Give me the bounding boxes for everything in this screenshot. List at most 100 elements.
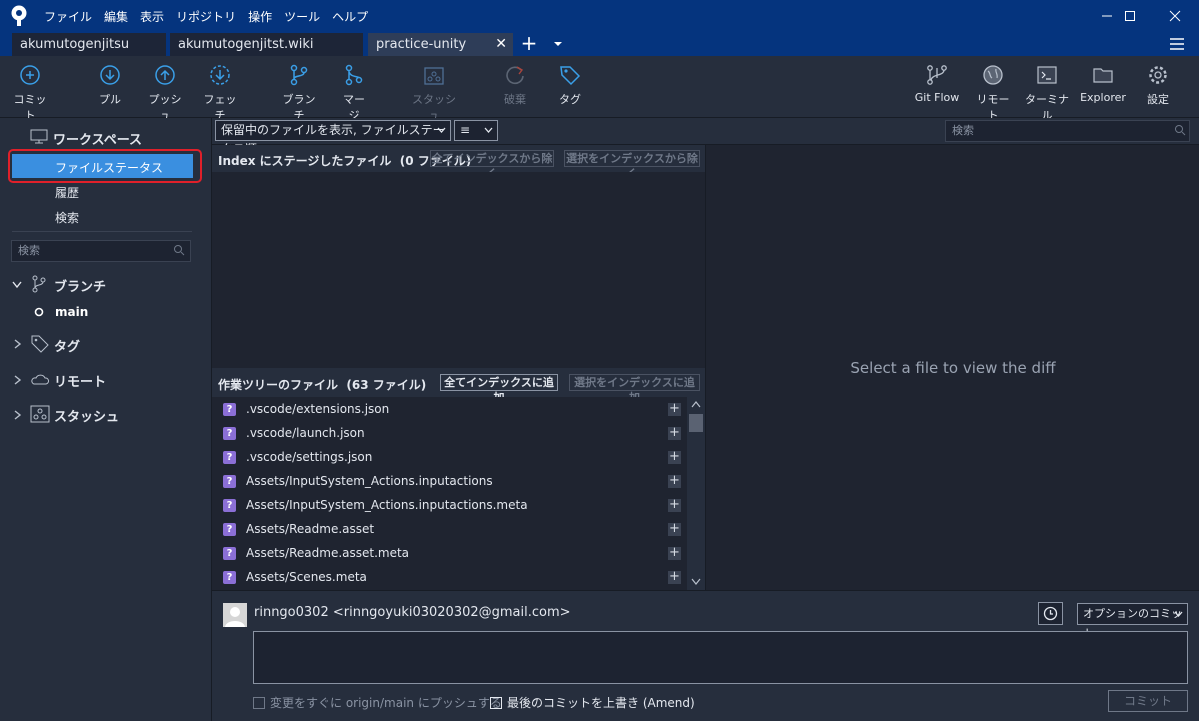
chevron-down-icon[interactable] xyxy=(12,281,22,289)
chevron-right-icon[interactable] xyxy=(14,375,22,385)
explorer-button[interactable]: Explorer xyxy=(1080,64,1126,104)
chevron-right-icon[interactable] xyxy=(14,339,22,349)
list-item[interactable]: ? .vscode/settings.json + xyxy=(212,445,687,469)
list-item[interactable]: ? .vscode/launch.json + xyxy=(212,421,687,445)
branches-header[interactable]: ブランチ xyxy=(54,276,106,295)
hamburger-menu-icon[interactable] xyxy=(1168,36,1186,52)
list-item[interactable]: ? .vscode/extensions.json + xyxy=(212,397,687,421)
stashes-header[interactable]: スタッシュ xyxy=(54,406,119,425)
pull-button[interactable]: プル xyxy=(98,64,122,107)
chevron-down-icon[interactable] xyxy=(691,578,701,585)
stage-file-button[interactable]: + xyxy=(668,546,681,560)
remove-selected-button[interactable]: 選択をインデックスから除く xyxy=(564,150,700,180)
tab-akumutogenjitsu[interactable]: akumutogenjitsu xyxy=(12,33,166,56)
commit-area: rinngo0302 <rinngoyuki03020302@gmail.com… xyxy=(212,590,1199,721)
tab-label: akumutogenjitst.wiki xyxy=(178,37,314,52)
remove-all-button[interactable]: 全てインデックスから除く xyxy=(430,150,554,180)
commit-message-input[interactable] xyxy=(253,631,1188,684)
untracked-icon: ? xyxy=(223,403,236,416)
stage-file-button[interactable]: + xyxy=(668,402,681,416)
menu-edit[interactable]: 編集 xyxy=(104,8,128,25)
stage-file-button[interactable]: + xyxy=(668,474,681,488)
file-search-placeholder: 検索 xyxy=(952,124,974,137)
chevron-down-icon[interactable] xyxy=(550,32,566,56)
sidebar-item-file-status-label[interactable]: ファイルステータス xyxy=(55,159,163,176)
stash-button[interactable]: スタッシュ xyxy=(411,64,457,123)
diff-pane: Select a file to view the diff xyxy=(705,145,1199,590)
file-name: .vscode/extensions.json xyxy=(246,402,390,416)
stash-icon xyxy=(30,405,50,423)
search-icon xyxy=(174,245,185,256)
tags-header[interactable]: タグ xyxy=(54,336,80,355)
globe-icon xyxy=(983,65,1003,85)
stage-file-button[interactable]: + xyxy=(668,570,681,584)
close-window-button[interactable] xyxy=(1152,0,1198,32)
fetch-button[interactable]: フェッチ xyxy=(202,64,238,123)
untracked-icon: ? xyxy=(223,571,236,584)
menu-tools[interactable]: ツール xyxy=(284,8,320,25)
add-selected-button[interactable]: 選択をインデックスに追加 xyxy=(569,374,700,404)
list-item[interactable]: ? Assets/Readme.asset + xyxy=(212,517,687,541)
commit-button[interactable]: コミット xyxy=(13,64,47,123)
file-list-scrollbar[interactable] xyxy=(687,397,705,590)
title-bar: ファイル 編集 表示 リポジトリ 操作 ツール ヘルプ xyxy=(0,0,1199,32)
list-mode-select[interactable]: ≡ xyxy=(454,120,498,141)
list-item[interactable]: ? Assets/Scenes.meta + xyxy=(212,565,687,589)
add-all-button[interactable]: 全てインデックスに追加 xyxy=(440,374,558,404)
checkbox[interactable] xyxy=(253,697,265,709)
commit-icon xyxy=(20,65,40,85)
tab-practice-unity[interactable]: practice-unity ✕ xyxy=(368,33,513,56)
stage-file-button[interactable]: + xyxy=(668,522,681,536)
merge-button[interactable]: マージ xyxy=(340,64,368,123)
view-mode-select[interactable]: 保留中のファイルを表示, ファイルステータス順 xyxy=(215,120,451,156)
push-icon xyxy=(155,65,175,85)
sidebar: ワークスペース ファイルステータス 履歴 検索 検索 ブランチ main タグ … xyxy=(0,118,212,721)
pull-label: プル xyxy=(99,93,121,106)
tag-button[interactable]: タグ xyxy=(559,64,581,107)
add-tab-button[interactable]: + xyxy=(518,32,540,56)
discard-button[interactable]: 破棄 xyxy=(503,64,527,107)
settings-button[interactable]: 設定 xyxy=(1146,64,1170,107)
menu-view[interactable]: 表示 xyxy=(140,8,164,25)
list-item[interactable]: ? Assets/Readme.asset.meta + xyxy=(212,541,687,565)
untracked-icon: ? xyxy=(223,451,236,464)
push-immediately-checkbox[interactable]: 変更をすぐに origin/main にプッシュする xyxy=(253,694,502,711)
menu-repository[interactable]: リポジトリ xyxy=(176,8,236,25)
remotes-header[interactable]: リモート xyxy=(54,371,106,390)
discard-label: 破棄 xyxy=(504,93,526,106)
commit-submit-button[interactable]: コミット xyxy=(1108,690,1188,712)
untracked-icon: ? xyxy=(223,499,236,512)
maximize-button[interactable] xyxy=(1107,0,1153,32)
menu-file[interactable]: ファイル xyxy=(44,8,92,25)
checkbox[interactable] xyxy=(490,697,502,709)
branch-icon xyxy=(32,275,46,293)
remote-button[interactable]: リモート xyxy=(975,64,1011,123)
chevron-up-icon[interactable] xyxy=(691,401,701,408)
stage-file-button[interactable]: + xyxy=(668,426,681,440)
branch-main[interactable]: main xyxy=(55,305,88,319)
stage-file-button[interactable]: + xyxy=(668,498,681,512)
file-name: .vscode/settings.json xyxy=(246,450,373,464)
sidebar-search-input[interactable]: 検索 xyxy=(11,240,191,262)
sidebar-item-search[interactable]: 検索 xyxy=(55,209,79,226)
branch-button[interactable]: ブランチ xyxy=(281,64,317,123)
terminal-button[interactable]: ターミナル xyxy=(1024,64,1070,123)
sidebar-item-history[interactable]: 履歴 xyxy=(55,184,79,201)
push-button[interactable]: プッシュ xyxy=(147,64,183,123)
file-search-input[interactable]: 検索 xyxy=(945,120,1190,142)
amend-checkbox[interactable]: 最後のコミットを上書き (Amend) xyxy=(490,694,695,711)
tab-akumutogenjitst-wiki[interactable]: akumutogenjitst.wiki xyxy=(170,33,363,56)
stage-file-button[interactable]: + xyxy=(668,450,681,464)
menu-actions[interactable]: 操作 xyxy=(248,8,272,25)
gitflow-button[interactable]: Git Flow xyxy=(914,64,960,104)
commit-history-button[interactable] xyxy=(1038,602,1063,625)
scrollbar-thumb[interactable] xyxy=(689,414,703,432)
list-item[interactable]: ? Assets/InputSystem_Actions.inputactions… xyxy=(212,493,687,517)
commit-options-select[interactable]: オプションのコミット xyxy=(1077,603,1188,640)
tag-icon xyxy=(560,66,581,86)
list-item[interactable]: ? Assets/InputSystem_Actions.inputactions… xyxy=(212,469,687,493)
chevron-right-icon[interactable] xyxy=(14,410,22,420)
tab-close-icon[interactable]: ✕ xyxy=(495,33,507,56)
menu-help[interactable]: ヘルプ xyxy=(332,8,368,25)
close-icon xyxy=(1169,10,1181,22)
